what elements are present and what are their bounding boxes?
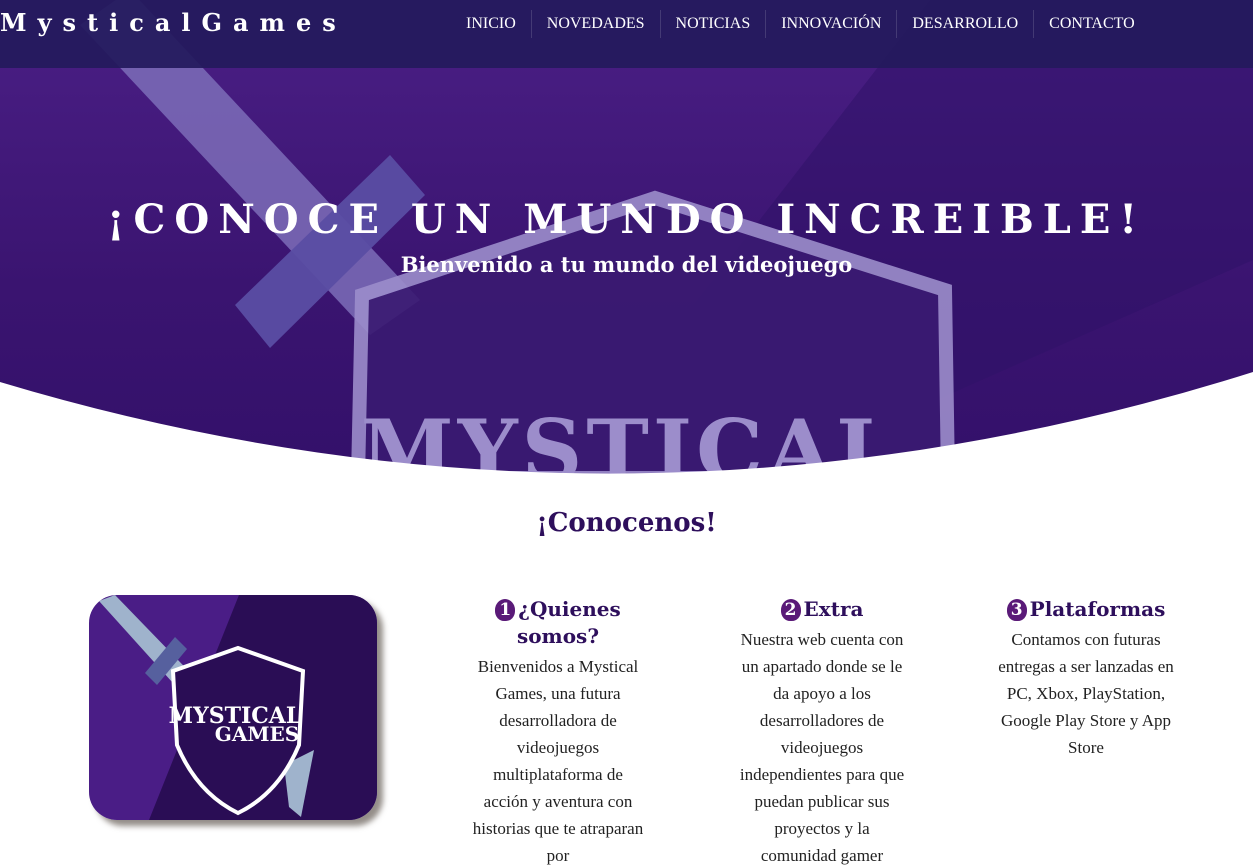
feature-title-text: ¿Quienes somos? xyxy=(516,597,621,648)
feature-column-quienes: 1 ¿Quienes somos? Bienvenidos a Mystical … xyxy=(470,596,646,867)
feature-text: Contamos con futuras entregas a ser lanz… xyxy=(998,630,1174,757)
nav-item-contacto[interactable]: CONTACTO xyxy=(1033,10,1150,38)
nav-item-innovacion[interactable]: INNOVACIÓN xyxy=(765,10,896,38)
hero-title: ¡CONOCE UN MUNDO INCREIBLE! xyxy=(107,196,1146,243)
nav-item-noticias[interactable]: NOTICIAS xyxy=(659,10,766,38)
number-badge: 3 xyxy=(1006,599,1027,621)
feature-column-extra: 2 Extra Nuestra web cuenta con un apartad… xyxy=(737,596,907,867)
feature-title: 2 Extra xyxy=(737,596,907,623)
nav-item-novedades[interactable]: NOVEDADES xyxy=(530,10,660,38)
company-logo-image: MYSTICAL GAMES xyxy=(89,595,377,820)
feature-text: Bienvenidos a Mystical Games, una futura… xyxy=(472,657,644,865)
feature-text: Nuestra web cuenta con un apartado donde… xyxy=(739,630,905,865)
number-badge: 1 xyxy=(495,599,516,621)
top-navbar: MysticalGames INICIO NOVEDADES NOTICIAS … xyxy=(0,0,1253,68)
hero-subtitle: Bienvenido a tu mundo del videojuego xyxy=(400,252,853,277)
nav-item-inicio[interactable]: INICIO xyxy=(451,10,531,38)
feature-column-plataformas: 3 Plataformas Contamos con futuras entreg… xyxy=(998,596,1174,761)
main-nav: INICIO NOVEDADES NOTICIAS INNOVACIÓN DES… xyxy=(451,10,1150,38)
feature-title: 1 ¿Quienes somos? xyxy=(470,596,646,650)
feature-title-text: Plataformas xyxy=(1029,597,1166,621)
brand-logo[interactable]: MysticalGames xyxy=(0,8,347,44)
feature-title-text: Extra xyxy=(803,597,864,621)
number-badge: 2 xyxy=(780,599,801,621)
nav-item-desarrollo[interactable]: DESARROLLO xyxy=(896,10,1033,38)
logo-text-games: GAMES xyxy=(215,722,299,746)
feature-title: 3 Plataformas xyxy=(998,596,1174,623)
section-title: ¡Conocenos! xyxy=(536,508,717,538)
hero-curve xyxy=(0,372,1253,480)
company-logo-card: MYSTICAL GAMES xyxy=(89,595,377,820)
